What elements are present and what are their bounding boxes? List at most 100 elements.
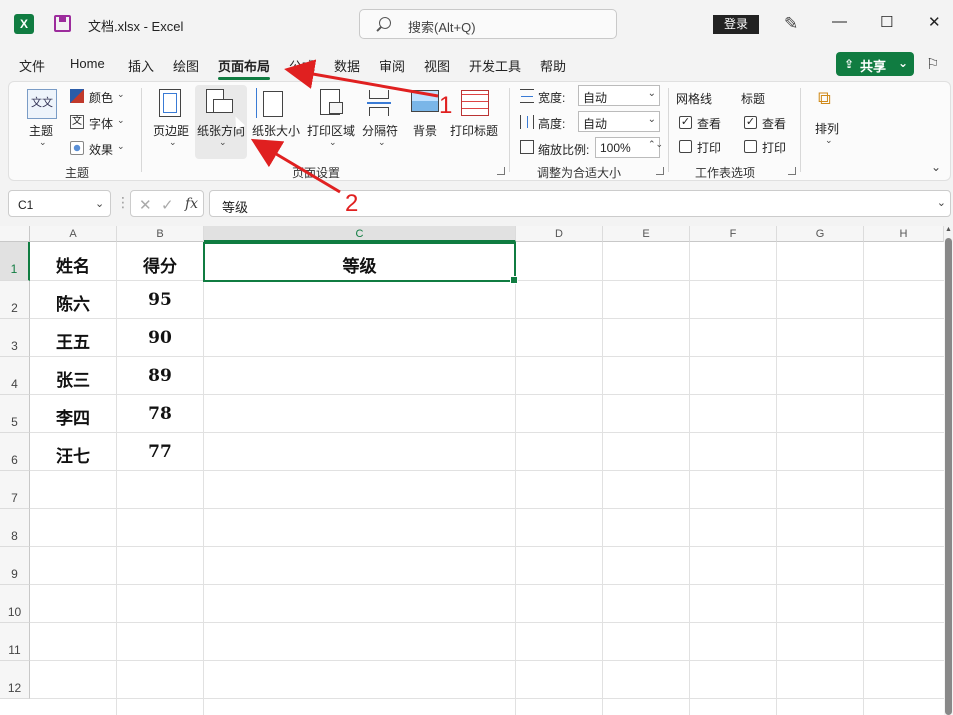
scale-launcher-icon[interactable] [656,167,664,175]
grid-line [863,242,864,715]
cell-b3[interactable]: 90 [117,328,203,348]
row-header[interactable]: 11 [0,623,30,661]
row-header[interactable]: 2 [0,281,30,319]
pen-icon[interactable]: ✎ [784,14,798,34]
colors-button[interactable]: 颜色 [89,89,113,106]
tab-help[interactable]: 帮助 [540,56,566,75]
cell-a2[interactable]: 陈六 [30,290,116,315]
tab-view[interactable]: 视图 [424,56,450,75]
grid-line [30,698,945,699]
spinner-arrows-icon[interactable]: ⌃⌄ [648,140,663,149]
column-header-selected[interactable]: C [204,226,516,242]
cell-b1[interactable]: 得分 [117,252,203,277]
arrange-icon[interactable]: ⧉ [818,88,831,109]
gridlines-print-checkbox[interactable] [679,140,692,153]
grid-line [689,242,690,715]
share-button[interactable]: ⇪ 共享 ⌄ [836,52,914,76]
tab-draw[interactable]: 绘图 [173,56,199,75]
row-header[interactable]: 12 [0,661,30,699]
chevron-down-icon: ⌄ [95,198,105,210]
column-header[interactable]: B [117,226,204,242]
tab-developer[interactable]: 开发工具 [469,56,521,75]
page-setup-group-label: 页面设置 [292,166,341,180]
name-box[interactable]: C1 ⌄ [8,190,111,217]
active-cell-border[interactable] [203,242,518,284]
row-header[interactable]: 8 [0,509,30,547]
maximize-icon[interactable]: ☐ [880,13,893,31]
ribbon-collapse-icon[interactable]: ⌄ [931,160,941,174]
cell-a4[interactable]: 张三 [30,366,116,391]
row-header[interactable]: 6 [0,433,30,471]
row-header[interactable]: 9 [0,547,30,585]
formula-bar: C1 ⌄ ⋮ ✕ ✓ fx 等级 ⌄ [0,188,953,220]
tab-home[interactable]: Home [70,56,105,71]
background-icon[interactable] [411,90,439,112]
breaks-icon[interactable] [367,90,391,116]
cell-a6[interactable]: 汪七 [30,442,116,467]
cancel-icon[interactable]: ✕ [139,196,152,214]
row-header[interactable]: 7 [0,471,30,509]
print-area-icon[interactable] [320,89,343,115]
theme-icon[interactable]: 文文 [27,89,57,119]
formula-input[interactable]: 等级 ⌄ [209,190,951,217]
minimize-icon[interactable]: — [832,13,847,30]
vertical-scrollbar[interactable]: ▲ [944,226,953,715]
login-button[interactable]: 登录 [713,15,759,34]
gridlines-view-checkbox[interactable]: ✓ [679,116,692,129]
tab-file[interactable]: 文件 [19,56,45,75]
row-header[interactable]: 5 [0,395,30,433]
margins-icon[interactable] [159,89,181,117]
enter-icon[interactable]: ✓ [161,196,174,214]
row-header[interactable]: 10 [0,585,30,623]
cell-b5[interactable]: 78 [117,404,203,424]
column-header[interactable]: A [30,226,117,242]
sheet-options-launcher-icon[interactable] [788,167,796,175]
search-box[interactable]: 搜索(Alt+Q) [359,9,617,39]
width-select[interactable]: 自动 ⌄ [578,85,660,106]
headings-view-checkbox[interactable]: ✓ [744,116,757,129]
print-titles-icon[interactable] [461,90,489,116]
orientation-icon[interactable] [206,89,233,113]
select-all-corner[interactable] [0,226,30,242]
chevron-down-icon: ⌄ [898,56,909,70]
tab-review[interactable]: 审阅 [379,56,405,75]
cell-b2[interactable]: 95 [117,290,203,310]
headings-print-checkbox[interactable] [744,140,757,153]
column-header[interactable]: D [516,226,603,242]
scale-spinner[interactable]: 100% ⌃⌄ [595,137,663,158]
column-header[interactable]: H [864,226,944,242]
tab-insert[interactable]: 插入 [128,56,154,75]
scroll-up-icon[interactable]: ▲ [945,226,952,233]
fonts-button[interactable]: 字体 [89,115,113,132]
effects-button[interactable]: 效果 [89,141,113,158]
save-icon[interactable] [54,15,71,32]
excel-app-icon: X [14,14,34,34]
chevron-down-icon: ⌄ [169,137,177,147]
row-header-selected[interactable]: 1 [0,242,30,281]
column-header[interactable]: F [690,226,777,242]
column-header[interactable]: E [603,226,690,242]
tab-formulas[interactable]: 公式 [289,56,315,75]
cell-a1[interactable]: 姓名 [30,252,116,277]
chevron-down-icon[interactable]: ⌄ [937,196,946,209]
cell-b4[interactable]: 89 [117,366,203,386]
chevron-down-icon: ⌄ [647,88,656,99]
grid-line [515,242,516,715]
scroll-thumb[interactable] [945,238,952,715]
background-button[interactable]: 背景 [413,122,437,139]
row-header[interactable]: 4 [0,357,30,395]
tab-page-layout[interactable]: 页面布局 [218,56,271,80]
insert-function-icon[interactable]: fx [185,196,198,212]
tab-data[interactable]: 数据 [334,56,360,75]
comments-icon[interactable]: ⚐ [926,55,939,73]
cell-a5[interactable]: 李四 [30,404,116,429]
cell-a3[interactable]: 王五 [30,328,116,353]
size-icon[interactable] [256,88,283,118]
height-select[interactable]: 自动 ⌄ [578,111,660,132]
page-setup-launcher-icon[interactable] [497,167,505,175]
column-header[interactable]: G [777,226,864,242]
close-icon[interactable]: ✕ [928,13,941,31]
print-titles-button[interactable]: 打印标题 [450,122,498,139]
row-header[interactable]: 3 [0,319,30,357]
cell-b6[interactable]: 77 [117,442,203,462]
